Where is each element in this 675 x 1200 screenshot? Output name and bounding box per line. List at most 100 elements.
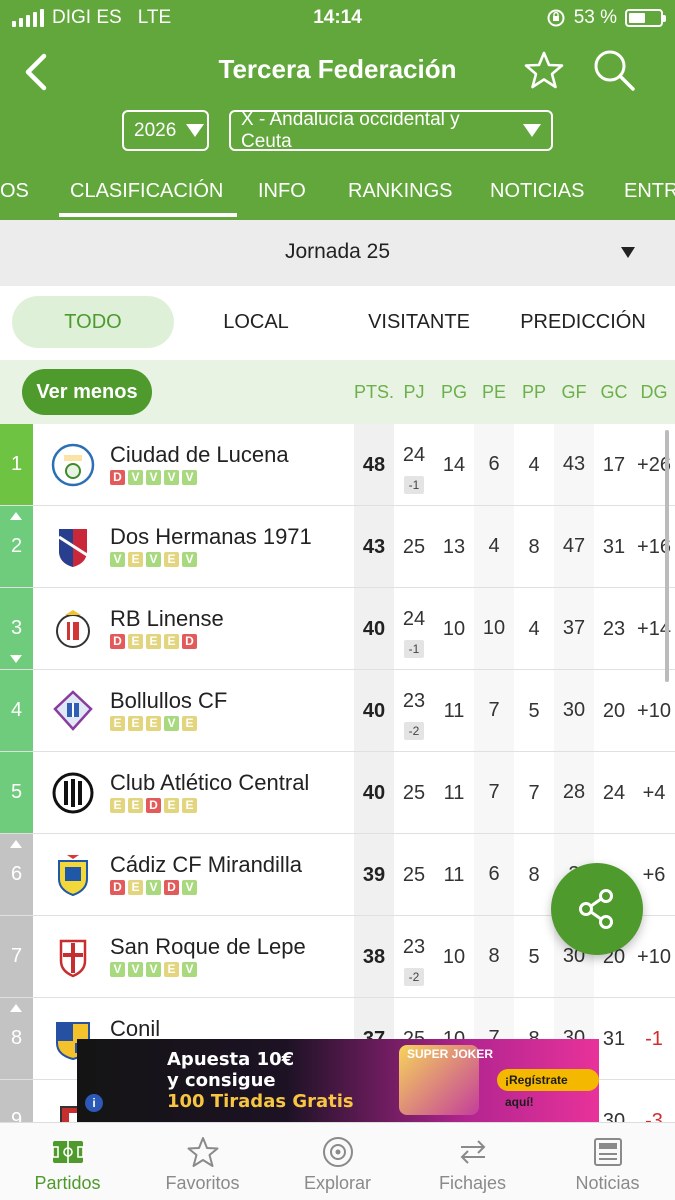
form-result-badge: E <box>128 552 143 567</box>
position-cell: 2 <box>0 506 33 587</box>
table-row[interactable]: 4 Bollullos CF E E E V E 40 23 -2 11 7 5 30 20 +10 <box>0 670 675 752</box>
team-name: Club Atlético Central <box>110 770 310 795</box>
stat-cell-dg: +10 <box>637 700 671 722</box>
form-guide: DEVDV <box>110 880 197 895</box>
stat-cell-pg: 11 <box>443 864 465 886</box>
tab-entrenadores[interactable]: ENTR <box>624 180 675 203</box>
nav-label: Partidos <box>34 1173 101 1193</box>
table-row[interactable]: 2 Dos Hermanas 1971 V E V E V 43 25 13 4 8 47 31 +16 <box>0 506 675 588</box>
tab-clasificacion[interactable]: CLASIFICACIÓN <box>59 180 238 217</box>
favorite-star-icon[interactable] <box>524 50 564 90</box>
stat-cell-pg: 11 <box>443 700 465 722</box>
stat-cell-pg: 13 <box>442 536 466 558</box>
ad-line-3: 100 Tiradas Gratis <box>167 1091 354 1112</box>
nav-favoritos[interactable]: Favoritos <box>135 1123 270 1200</box>
rank-down-icon <box>10 655 22 663</box>
search-icon[interactable] <box>592 48 636 92</box>
stat-cell-gc: 31 <box>602 536 626 558</box>
position-cell: 3 <box>0 588 33 669</box>
position-number: 3 <box>10 617 23 639</box>
position-cell: 5 <box>0 752 33 833</box>
stat-cell-pp: 8 <box>528 536 540 558</box>
stat-cell-dg: -1 <box>645 1028 663 1050</box>
chip-visitante[interactable]: VISITANTE <box>348 296 490 348</box>
stat-cell-pe: 7 <box>474 752 514 833</box>
tab-rankings[interactable]: RANKINGS <box>348 180 452 203</box>
standings-table: 1 Ciudad de Lucena D V V V V 48 24 -1 14 6 4 43 17 +26 2… <box>0 424 675 1124</box>
stat-cell-pp: 7 <box>528 782 540 804</box>
stat-cell-gf: 30 <box>554 670 594 751</box>
position-number: 5 <box>10 781 23 803</box>
chip-todo[interactable]: TODO <box>12 296 174 348</box>
team-crest-icon <box>53 690 93 731</box>
team-name: RB Linense <box>110 606 224 631</box>
position-number: 4 <box>10 699 23 721</box>
team-crest-icon <box>58 529 88 567</box>
rank-up-icon <box>10 512 22 520</box>
form-result-badge: E <box>110 716 125 731</box>
ver-menos-button[interactable]: Ver menos <box>22 369 152 415</box>
form-result-badge: E <box>182 798 197 813</box>
share-button[interactable] <box>551 863 643 955</box>
form-result-badge: E <box>110 798 125 813</box>
form-result-badge: V <box>110 962 125 977</box>
ad-line-1: Apuesta 10€ <box>167 1049 295 1070</box>
chip-prediccion[interactable]: PREDICCIÓN <box>510 296 656 348</box>
stat-cell-pe: 8 <box>474 916 514 997</box>
played-cell: 24 <box>402 608 426 630</box>
ad-info-icon[interactable]: i <box>85 1094 103 1112</box>
penalty-badge: -2 <box>404 968 424 986</box>
season-select[interactable]: 2026 <box>122 110 209 151</box>
group-select[interactable]: X - Andalucía occidental y Ceuta <box>229 108 553 152</box>
ad-line-2: y consigue <box>167 1070 276 1091</box>
stat-cell-gf: 28 <box>554 752 594 833</box>
scrollbar[interactable] <box>665 430 669 682</box>
table-row[interactable]: 1 Ciudad de Lucena D V V V V 48 24 -1 14 6 4 43 17 +26 <box>0 424 675 506</box>
season-value: 2026 <box>134 119 177 141</box>
chip-local[interactable]: LOCAL <box>186 296 326 348</box>
nav-explorar[interactable]: Explorar <box>270 1123 405 1200</box>
stat-cell-gf: 47 <box>554 506 594 587</box>
points-cell: 39 <box>362 864 386 886</box>
table-row[interactable]: 5 Club Atlético Central E E D E E 40 25 11 7 7 28 24 +… <box>0 752 675 834</box>
stat-cell-pe: 6 <box>474 424 514 505</box>
nav-fichajes[interactable]: Fichajes <box>405 1123 540 1200</box>
tab-info[interactable]: INFO <box>258 180 306 203</box>
form-result-badge: V <box>146 962 161 977</box>
ad-cta-button[interactable]: ¡Regístrate aquí! <box>497 1069 599 1109</box>
form-result-badge: E <box>146 634 161 649</box>
team-name: Bollullos CF <box>110 688 228 713</box>
stat-cell-pe: 10 <box>474 588 514 669</box>
form-guide: DEEED <box>110 634 197 649</box>
tab-noticias[interactable]: NOTICIAS <box>490 180 584 203</box>
stat-cell-pe: 4 <box>474 506 514 587</box>
form-result-badge: E <box>128 880 143 895</box>
filter-chips: TODO LOCAL VISITANTE PREDICCIÓN <box>0 286 675 360</box>
form-result-badge: D <box>110 634 125 649</box>
form-result-badge: V <box>182 880 197 895</box>
round-selector[interactable]: Jornada 25 <box>0 220 675 286</box>
stat-cell-gc: 24 <box>602 782 626 804</box>
ad-banner[interactable]: Apuesta 10€ y consigue 100 Tiradas Grati… <box>77 1039 599 1122</box>
col-gc: GC <box>600 382 628 402</box>
rank-up-icon <box>10 840 22 848</box>
round-label: Jornada 25 <box>284 240 391 263</box>
form-guide: VEVEV <box>110 552 197 567</box>
nav-noticias[interactable]: Noticias <box>540 1123 675 1200</box>
rank-up-icon <box>10 1004 22 1012</box>
nav-partidos[interactable]: Partidos <box>0 1123 135 1200</box>
form-result-badge: V <box>146 552 161 567</box>
tab-partidos[interactable]: OS <box>0 180 29 203</box>
stat-cell-dg: +6 <box>642 864 666 886</box>
stat-cell-pe: 6 <box>474 834 514 915</box>
stat-cell-gf: 37 <box>554 588 594 669</box>
group-value: X - Andalucía occidental y Ceuta <box>241 108 460 152</box>
stat-cell-gc: 31 <box>602 1028 626 1050</box>
col-gf: GF <box>561 382 587 402</box>
table-row[interactable]: 3 RB Linense D E E E D 40 24 -1 10 10 4 37 23 +14 <box>0 588 675 670</box>
nav-label: Explorar <box>303 1173 372 1193</box>
points-cell: 43 <box>362 536 386 558</box>
team-name: Dos Hermanas 1971 <box>110 524 312 549</box>
stat-cell-pg: 10 <box>442 618 466 640</box>
stat-cell-gc: 23 <box>602 618 626 640</box>
